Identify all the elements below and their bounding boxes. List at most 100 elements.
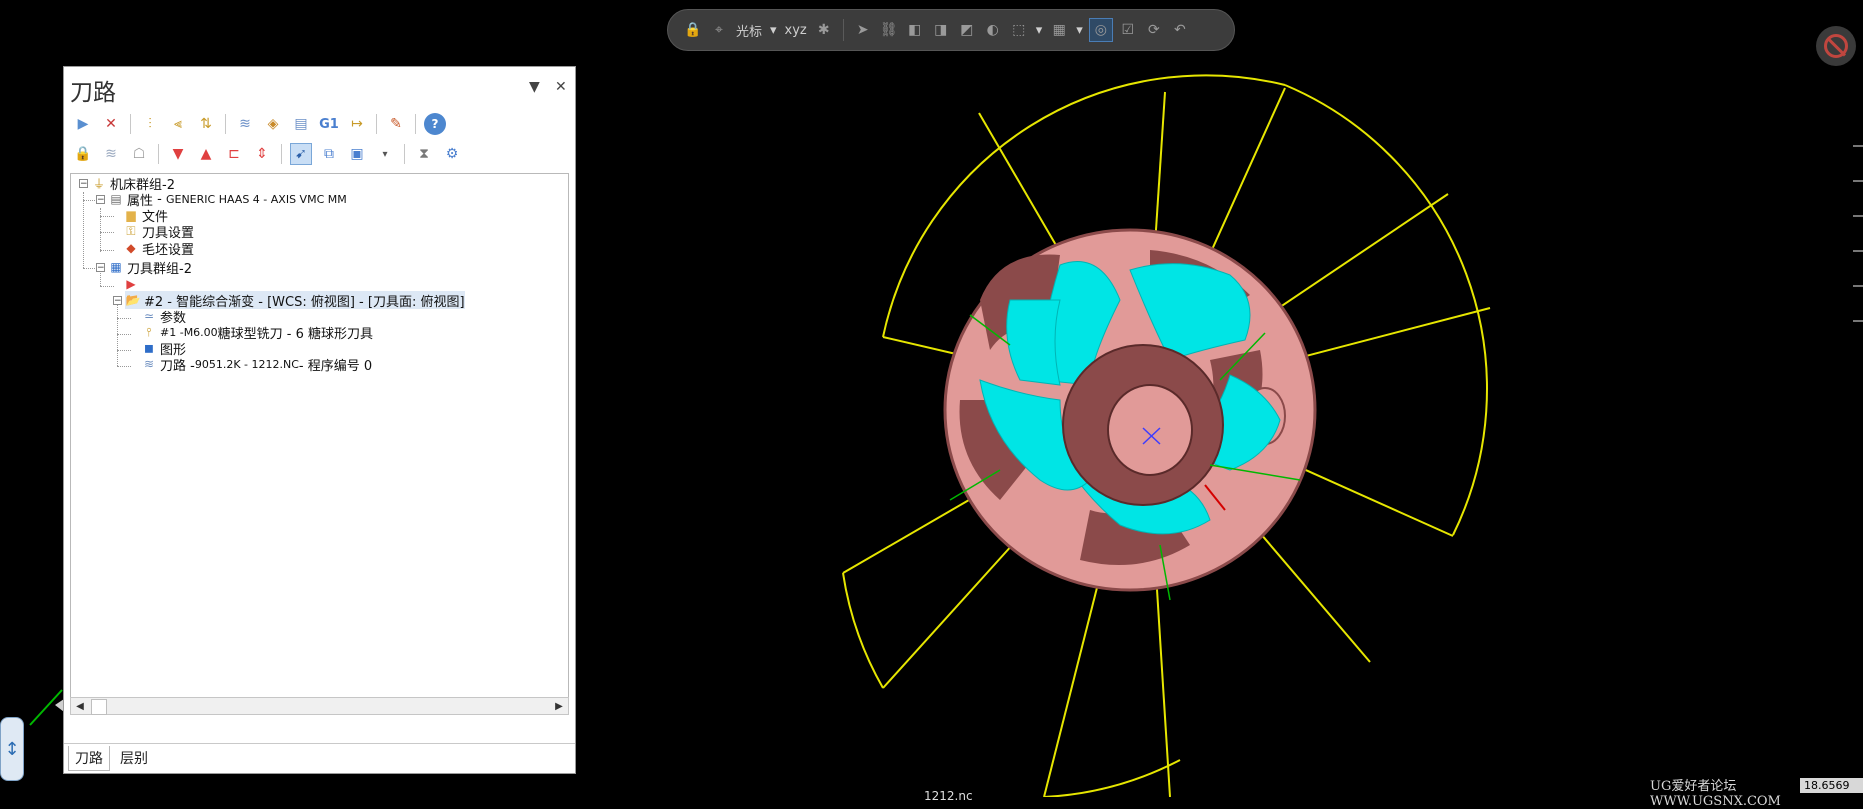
stop-button[interactable] — [1816, 26, 1856, 66]
tree-line — [100, 250, 114, 251]
collapse-toggle[interactable]: − — [96, 195, 105, 205]
tree-toolpath-group[interactable]: ▦ 刀具群组-2 — [108, 258, 192, 277]
toolpath-manager-panel: 刀路 ▼ ✕ ▶ ✕ ⫶ ⫷ ⇅ ≋ ◈ ▤ G1 ↦ ✎ ? 🔒 ≋ ☖ ▼ … — [63, 66, 576, 774]
window-select-icon[interactable]: ▦ — [1048, 19, 1070, 41]
operation-tree: − ⏚ 机床群组-2 − ▤ 属性 - GENERIC HAAS 4 - AXI… — [70, 173, 569, 699]
move-up-icon[interactable]: ▲ — [195, 143, 217, 165]
tree-line — [83, 200, 95, 201]
tree-line — [100, 208, 101, 252]
operation-folder-icon: 📂 — [125, 293, 141, 307]
scroll-tick — [1853, 320, 1863, 322]
toolpath-label: 刀路 - — [160, 358, 195, 374]
stock-icon: ◆ — [126, 241, 136, 255]
separator — [376, 114, 377, 134]
scroll-arrow-icon[interactable]: ⇕ — [251, 143, 273, 165]
tab-toolpaths[interactable]: 刀路 — [68, 746, 110, 771]
view-rotate-widget[interactable]: ↕ — [0, 717, 24, 781]
regen-icon[interactable]: ⫶ — [139, 113, 161, 135]
cursor-icon[interactable]: ⌖ — [708, 19, 730, 41]
collapse-toggle[interactable]: − — [96, 263, 105, 273]
toggle-display-icon[interactable]: ≋ — [100, 143, 122, 165]
toolpath-detail: 9051.2K - 1212.NC — [194, 357, 299, 371]
scroll-right-icon[interactable]: ▶ — [551, 698, 567, 714]
select-all-icon[interactable]: ▶ — [72, 113, 94, 135]
solid-body-icon[interactable]: ◨ — [930, 19, 952, 41]
verify-icon[interactable]: ◈ — [262, 113, 284, 135]
tree-line — [117, 366, 131, 367]
separator — [842, 19, 844, 41]
lock-icon[interactable]: 🔒 — [682, 19, 704, 41]
select-arrow-icon[interactable]: ➤ — [852, 19, 874, 41]
scroll-tick — [1853, 145, 1863, 147]
undo-select-icon[interactable]: ↶ — [1169, 19, 1191, 41]
program-label: - 程序编号 0 — [298, 358, 373, 374]
toolpath-group-icon: ▦ — [110, 260, 122, 274]
tab-levels[interactable]: 层别 — [114, 746, 154, 770]
scroll-tick — [1853, 215, 1863, 217]
scroll-left-icon[interactable]: ◀ — [72, 698, 88, 714]
tool-prefix: #1 - — [160, 325, 184, 339]
toolbar-row-1: ▶ ✕ ⫶ ⫷ ⇅ ≋ ◈ ▤ G1 ↦ ✎ ? — [72, 111, 446, 137]
toggle-post-icon[interactable]: ☖ — [128, 143, 150, 165]
clear-selection-icon[interactable]: ☑ — [1117, 19, 1139, 41]
xyz-label[interactable]: xyz — [785, 23, 807, 38]
refresh-icon[interactable]: ⟳ — [1143, 19, 1165, 41]
pin-dropdown-button[interactable]: ▼ — [529, 79, 540, 95]
show-selected-icon[interactable]: ➹ — [290, 143, 312, 165]
tree-line — [100, 216, 114, 217]
show-geometry-icon[interactable]: ⧉ — [318, 143, 340, 165]
deselect-icon[interactable]: ✕ — [100, 113, 122, 135]
dropdown-icon[interactable]: ▾ — [770, 23, 777, 38]
solid-face-icon[interactable]: ◧ — [904, 19, 926, 41]
post-icon[interactable]: ▤ — [290, 113, 312, 135]
tree-stock-setup[interactable]: ◆ 毛坯设置 — [123, 239, 194, 258]
horizontal-scrollbar[interactable]: ◀ ▶ — [70, 697, 569, 715]
collapse-toggle[interactable]: − — [79, 179, 88, 189]
tool-size: M6.00 — [183, 325, 218, 339]
edit-icon[interactable]: ✎ — [385, 113, 407, 135]
separator — [404, 144, 405, 164]
dropdown-icon[interactable]: ▾ — [1036, 23, 1043, 38]
close-button[interactable]: ✕ — [555, 79, 567, 95]
center-boss — [1062, 344, 1224, 506]
dropdown-icon[interactable]: ▾ — [374, 143, 396, 165]
solid-select-icon[interactable]: ◐ — [982, 19, 1004, 41]
cursor-label[interactable]: 光标 — [736, 21, 762, 40]
separator — [158, 144, 159, 164]
solid-edge-icon[interactable]: ◩ — [956, 19, 978, 41]
lock-icon[interactable]: 🔒 — [72, 143, 94, 165]
scroll-thumb[interactable] — [91, 699, 107, 715]
g1-icon[interactable]: G1 — [318, 113, 340, 135]
move-down-icon[interactable]: ▼ — [167, 143, 189, 165]
panel-tabs: 刀路 层别 — [64, 743, 575, 774]
separator — [415, 114, 416, 134]
backplot-icon[interactable]: ≋ — [234, 113, 256, 135]
verify-select-icon[interactable]: ⬚ — [1008, 19, 1030, 41]
chain-icon[interactable]: ⛓ — [878, 19, 900, 41]
insert-arrow-icon: ▶ — [126, 277, 136, 291]
machine-group-icon: ⏚ — [92, 176, 105, 191]
gotopath-icon[interactable]: ↦ — [346, 113, 368, 135]
display-options-icon[interactable]: ▣ — [346, 143, 368, 165]
sort-icon[interactable]: ⇅ — [195, 113, 217, 135]
tree-tool-settings[interactable]: ⚿ 刀具设置 — [123, 222, 194, 241]
insert-arrow-icon[interactable]: ⊏ — [223, 143, 245, 165]
tree-line — [83, 268, 95, 269]
help-icon[interactable]: ? — [424, 113, 446, 135]
separator — [130, 114, 131, 134]
scroll-tick — [1853, 250, 1863, 252]
tree-line — [83, 192, 84, 268]
stock-model-icon[interactable]: ⧗ — [413, 143, 435, 165]
toolpath-group-label: 刀具群组-2 — [127, 261, 192, 277]
zoom-readout: 18.6569 m — [1800, 778, 1863, 807]
lock-selection-icon[interactable]: ◎ — [1088, 18, 1113, 42]
tree-toolpath[interactable]: ≋ 刀路 - 9051.2K - 1212.NC - 程序编号 0 — [141, 355, 373, 374]
dropdown-icon[interactable]: ▾ — [1076, 23, 1083, 38]
selection-toolbar: 🔒 ⌖ 光标 ▾ xyz ✱ ➤ ⛓ ◧ ◨ ◩ ◐ ⬚ ▾ ▦ ▾ ◎ ☑ ⟳… — [667, 9, 1235, 51]
toolbar-row-2: 🔒 ≋ ☖ ▼ ▲ ⊏ ⇕ ➹ ⧉ ▣ ▾ ⧗ ⚙ — [72, 141, 463, 167]
point-icon[interactable]: ✱ — [813, 19, 835, 41]
simulate-icon[interactable]: ⚙ — [441, 143, 463, 165]
geometry-icon: ◼ — [144, 341, 154, 355]
collapse-toggle[interactable]: − — [113, 296, 122, 306]
regen-dirty-icon[interactable]: ⫷ — [167, 113, 189, 135]
